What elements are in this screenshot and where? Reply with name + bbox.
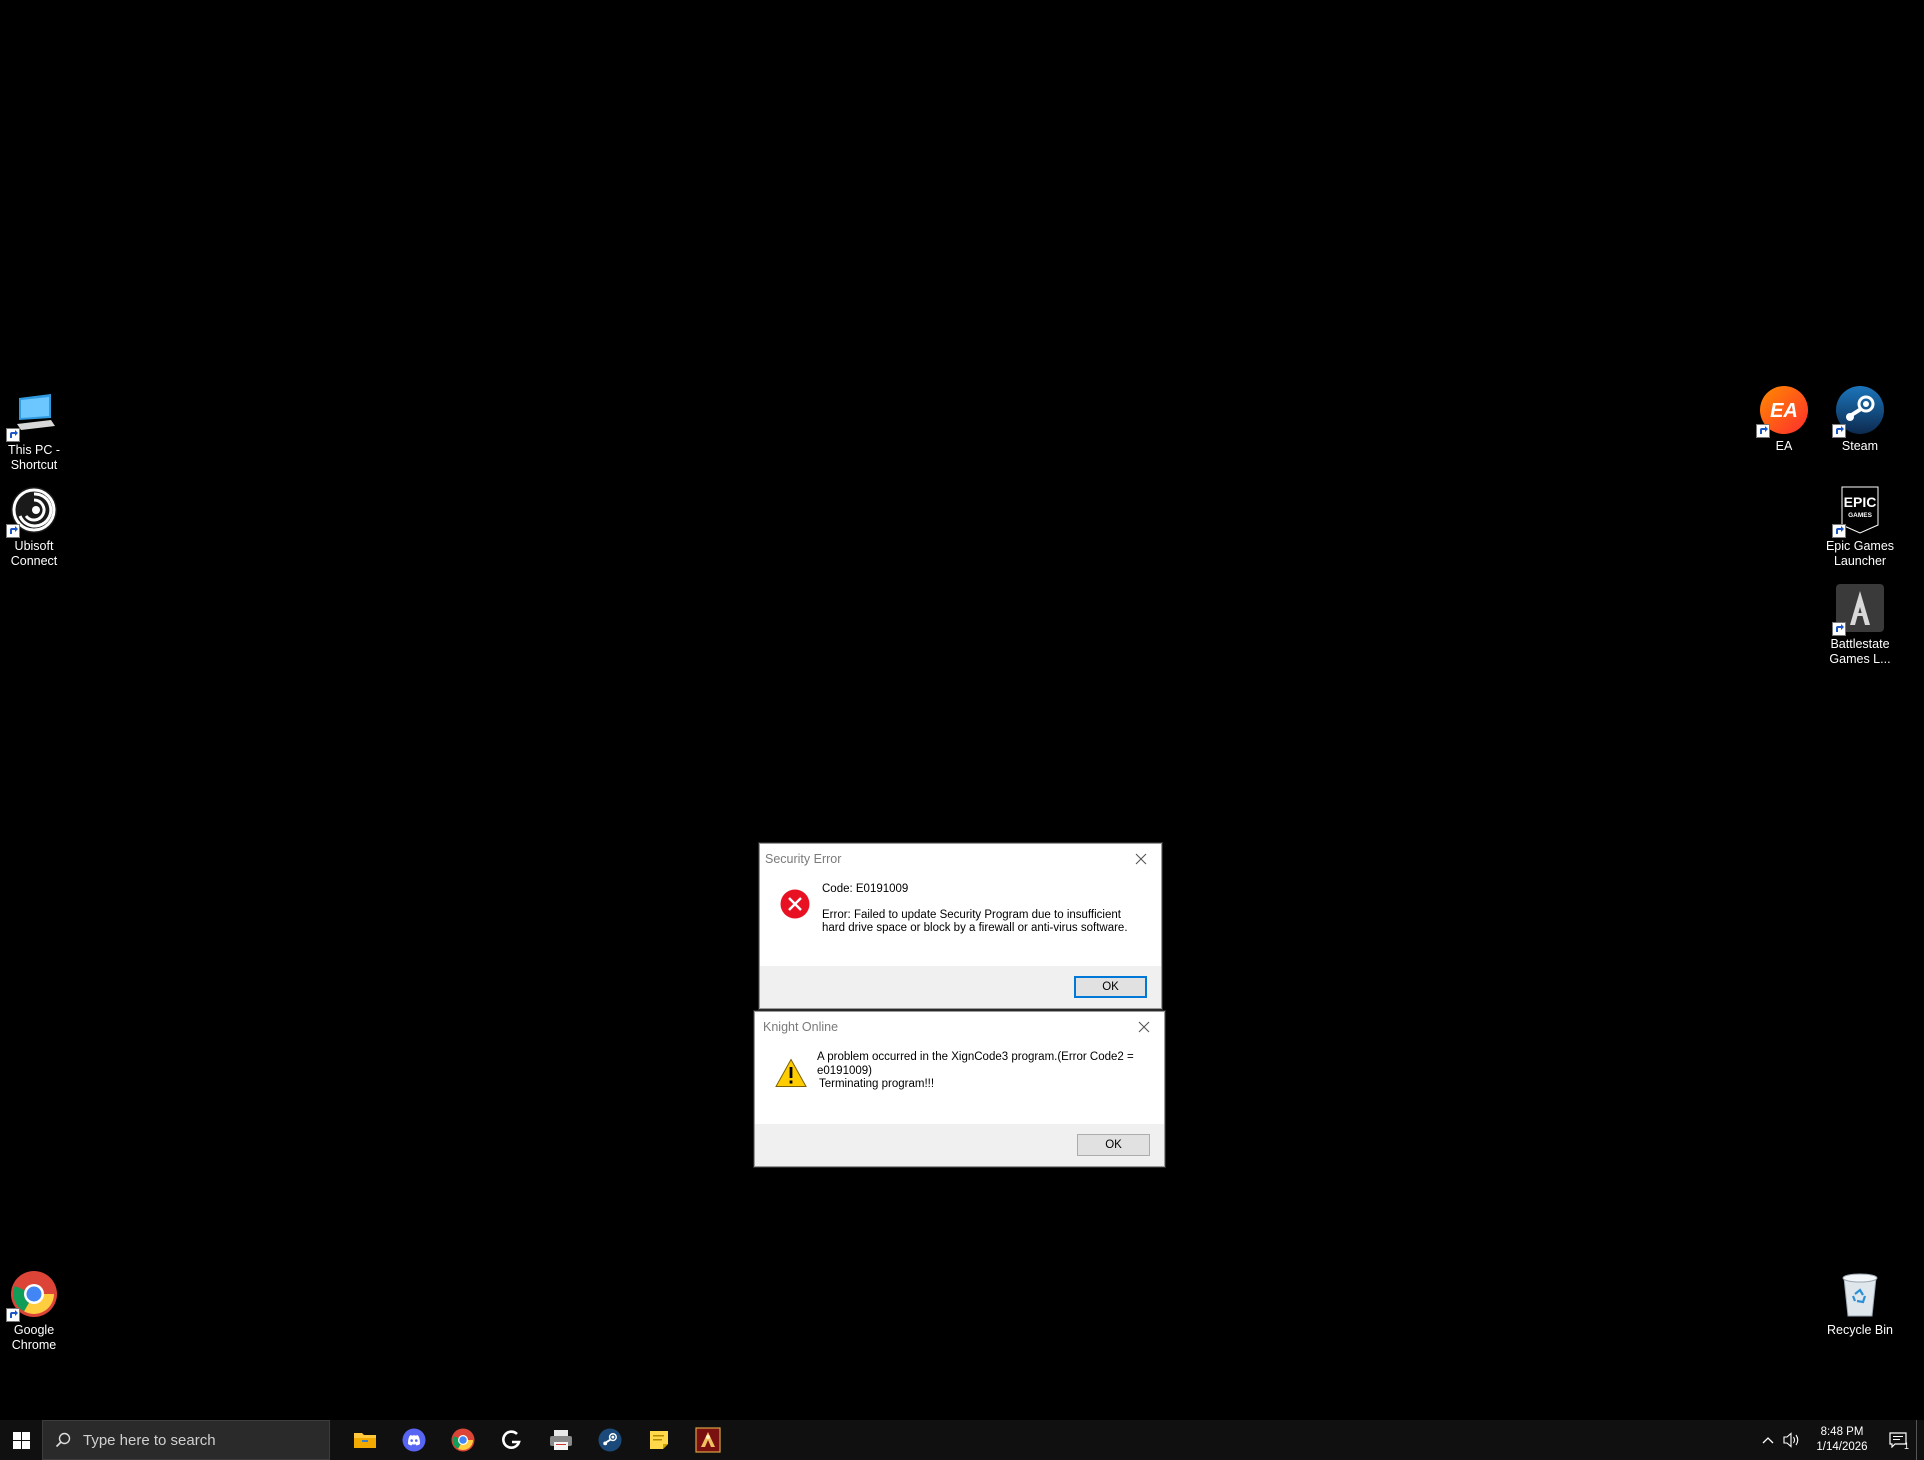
dialog-title: Security Error bbox=[765, 852, 842, 866]
desktop-icon-label: Steam bbox=[1841, 439, 1879, 453]
shortcut-arrow-icon bbox=[6, 1308, 20, 1322]
desktop-icon-label: Ubisoft Connect bbox=[10, 539, 58, 568]
error-icon bbox=[780, 889, 810, 936]
security-error-dialog: Security Error Code: E0191009 Error: Fai… bbox=[759, 843, 1162, 1009]
search-icon bbox=[55, 1432, 71, 1448]
clock-date: 1/14/2026 bbox=[1816, 1441, 1868, 1453]
taskbar-chrome[interactable] bbox=[438, 1420, 487, 1460]
warning-message-line: e0191009) bbox=[817, 1064, 872, 1077]
epic-games-icon: EPIC GAMES bbox=[1832, 484, 1886, 538]
search-placeholder: Type here to search bbox=[83, 1431, 216, 1449]
logitech-g-icon bbox=[501, 1430, 521, 1449]
warning-message-line: Terminating program!!! bbox=[819, 1078, 935, 1090]
taskbar-knight-online[interactable] bbox=[683, 1420, 732, 1460]
taskbar-clock[interactable]: 8:48 PM 1/14/2026 bbox=[1804, 1425, 1880, 1455]
taskbar-discord[interactable] bbox=[389, 1420, 438, 1460]
recycle-bin-icon bbox=[1834, 1268, 1886, 1320]
close-icon[interactable] bbox=[1121, 844, 1161, 874]
start-button[interactable] bbox=[0, 1420, 42, 1460]
taskbar-steam[interactable] bbox=[585, 1420, 634, 1460]
windows-logo-icon bbox=[12, 1431, 30, 1449]
ea-icon: EA bbox=[1756, 384, 1810, 438]
taskbar: Type here to search 8:48 PM 1/14/2026 1 bbox=[0, 1420, 1924, 1460]
svg-text:GAMES: GAMES bbox=[1848, 512, 1873, 519]
desktop-icon-ubisoft-connect[interactable]: Ubisoft Connect bbox=[0, 484, 76, 569]
taskbar-sticky-notes[interactable] bbox=[634, 1420, 683, 1460]
knight-online-dialog: Knight Online A problem occurred in the … bbox=[754, 1011, 1165, 1167]
speaker-icon bbox=[1783, 1432, 1799, 1448]
steam-icon bbox=[597, 1428, 622, 1452]
desktop-icon-label: Recycle Bin bbox=[1827, 1323, 1893, 1337]
ok-button[interactable]: OK bbox=[1077, 1134, 1150, 1156]
chrome-icon bbox=[451, 1428, 474, 1452]
desktop-icon-label: Google Chrome bbox=[11, 1323, 57, 1352]
volume-control[interactable] bbox=[1780, 1420, 1804, 1460]
notification-count: 1 bbox=[1903, 1441, 1909, 1451]
taskbar-file-explorer[interactable] bbox=[340, 1420, 389, 1460]
desktop-icon-this-pc[interactable]: This PC - Shortcut bbox=[0, 388, 76, 473]
svg-text:EPIC: EPIC bbox=[1844, 494, 1877, 510]
shortcut-arrow-icon bbox=[1756, 424, 1770, 438]
taskbar-search-box[interactable]: Type here to search bbox=[42, 1420, 330, 1460]
error-message-line: hard drive space or block by a firewall … bbox=[822, 922, 1128, 934]
shortcut-arrow-icon bbox=[1832, 424, 1846, 438]
desktop-icon-battlestate-games[interactable]: Battlestate Games L... bbox=[1818, 582, 1902, 667]
svg-text:EA: EA bbox=[1770, 400, 1798, 422]
computer-icon bbox=[6, 388, 60, 442]
show-desktop-button[interactable] bbox=[1916, 1420, 1924, 1460]
error-message-line: Error: Failed to update Security Program… bbox=[822, 908, 1121, 921]
taskbar-printer[interactable] bbox=[536, 1420, 585, 1460]
knight-online-icon bbox=[694, 1427, 721, 1453]
desktop-icon-label: Battlestate Games L... bbox=[1829, 637, 1891, 666]
warning-message-line: A problem occurred in the XignCode3 prog… bbox=[817, 1051, 1134, 1063]
shortcut-arrow-icon bbox=[6, 428, 20, 442]
desktop-icon-google-chrome[interactable]: Google Chrome bbox=[0, 1268, 76, 1353]
clock-time: 8:48 PM bbox=[1820, 1426, 1864, 1438]
file-explorer-icon bbox=[353, 1433, 376, 1448]
desktop-icon-label: EA bbox=[1775, 439, 1793, 453]
dialog-titlebar[interactable]: Knight Online bbox=[755, 1012, 1164, 1042]
chevron-up-icon bbox=[1762, 1437, 1774, 1444]
warning-icon bbox=[775, 1058, 807, 1093]
discord-icon bbox=[402, 1428, 425, 1452]
desktop-icon-recycle-bin[interactable]: Recycle Bin bbox=[1818, 1268, 1902, 1338]
steam-icon bbox=[1832, 384, 1886, 438]
shortcut-arrow-icon bbox=[1832, 622, 1846, 636]
ok-button[interactable]: OK bbox=[1074, 976, 1147, 998]
battlestate-icon bbox=[1832, 582, 1886, 636]
system-tray: 8:48 PM 1/14/2026 1 bbox=[1756, 1420, 1924, 1460]
dialog-title: Knight Online bbox=[763, 1020, 839, 1034]
desktop-icon-label: Epic Games Launcher bbox=[1825, 539, 1895, 568]
desktop-icon-label: This PC - Shortcut bbox=[7, 443, 61, 472]
chrome-icon bbox=[6, 1268, 60, 1322]
shortcut-arrow-icon bbox=[6, 524, 20, 538]
show-hidden-icons[interactable] bbox=[1756, 1420, 1780, 1460]
shortcut-arrow-icon bbox=[1832, 524, 1846, 538]
error-code: Code: E0191009 bbox=[822, 883, 909, 895]
notes-icon bbox=[649, 1431, 668, 1449]
printer-icon bbox=[549, 1430, 572, 1450]
ubisoft-icon bbox=[6, 484, 60, 538]
action-center-button[interactable]: 1 bbox=[1880, 1420, 1916, 1460]
desktop-icon-ea[interactable]: EA EA bbox=[1742, 384, 1826, 454]
desktop-icon-steam[interactable]: Steam bbox=[1818, 384, 1902, 454]
close-icon[interactable] bbox=[1124, 1012, 1164, 1042]
desktop-icon-epic-games[interactable]: EPIC GAMES Epic Games Launcher bbox=[1818, 484, 1902, 569]
dialog-titlebar[interactable]: Security Error bbox=[760, 844, 1161, 874]
taskbar-logitech-g-hub[interactable] bbox=[487, 1420, 536, 1460]
